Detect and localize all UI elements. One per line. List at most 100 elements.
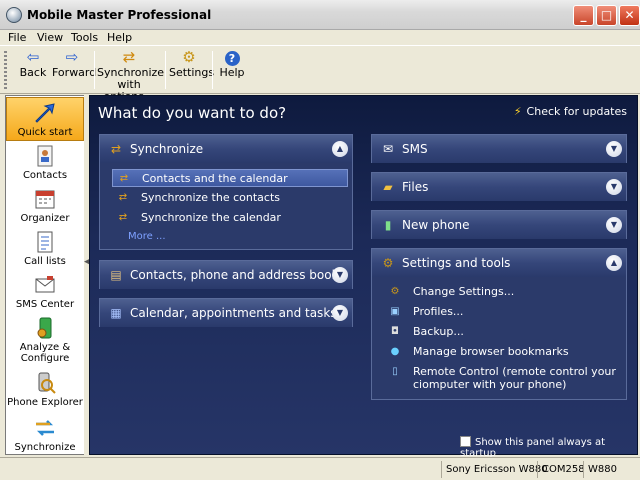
status-device: Sony Ericsson W880 [441,461,552,478]
group-title: SMS [402,142,428,156]
checkbox-box[interactable] [460,436,471,447]
item-label: Change Settings... [413,285,515,298]
sync-contacts-item[interactable]: ⇄ Synchronize the contacts [112,189,348,207]
change-settings-item[interactable]: ⚙ Change Settings... [384,283,622,301]
synchronize-options-button[interactable]: ⇄ Synchronize with options... [97,48,164,103]
manage-bookmarks-item[interactable]: ● Manage browser bookmarks [384,343,622,361]
sidebar-item-call-lists[interactable]: Call lists [6,230,84,270]
sidebar-item-label: SMS Center [15,299,75,310]
gear-icon: ⚙ [382,256,394,270]
sidebar-item-label: Call lists [24,256,66,267]
sync-contacts-calendar-item[interactable]: ⇄ Contacts and the calendar [112,169,348,187]
analyze-configure-icon [37,317,52,339]
remote-control-item[interactable]: ▯ Remote Control (remote control your ci… [384,363,622,393]
profiles-item[interactable]: ▣ Profiles... [384,303,622,321]
sidebar-item-label: Phone Explorer [7,397,83,408]
group-title: Calendar, appointments and tasks [130,306,337,320]
menu-view[interactable]: View [37,31,63,44]
synchronize-group-header[interactable]: ⇄ Synchronize ▲ [100,135,352,163]
sync-arrows-icon: ⇄ [110,142,122,156]
minimize-button[interactable]: _ [573,5,594,26]
sidebar-item-synchronize[interactable]: Synchronize [6,416,84,454]
app-logo-icon [6,7,22,23]
help-button[interactable]: ? Help [216,48,248,92]
collapse-icon[interactable]: ▲ [332,141,348,157]
calendar-group-header[interactable]: ▦ Calendar, appointments and tasks ▼ [100,299,352,327]
group-title: New phone [402,218,470,232]
menu-file[interactable]: File [8,31,26,44]
expand-icon[interactable]: ▼ [606,141,622,157]
sidebar-item-label-line2: Configure [20,353,70,364]
check-updates-link[interactable]: ⚡ Check for updates [514,105,627,118]
files-group: ▰ Files ▼ [371,172,627,201]
sidebar-item-organizer[interactable]: Organizer [6,187,84,227]
sidebar-item-label: Contacts [22,170,68,181]
status-port: COM258 [537,461,589,478]
toolbar-separator [212,51,213,89]
address-book-icon: ▤ [110,268,122,282]
sms-envelope-icon: ✉ [382,142,394,156]
sidebar-item-contacts[interactable]: Contacts [6,144,84,184]
sync-calendar-icon: ⇄ [118,212,128,223]
back-label: Back [19,66,47,79]
calendar-icon: ▦ [110,306,122,320]
menu-bar: File View Tools Help [0,30,640,45]
sidebar-item-sms-center[interactable]: SMS Center [6,273,84,313]
contacts-icon [37,145,53,167]
synchronize-group: ⇄ Synchronize ▲ ⇄ Contacts and the calen… [99,134,353,250]
synchronize-group-body: ⇄ Contacts and the calendar ⇄ Synchroniz… [100,163,352,249]
back-button[interactable]: ⇦ Back [14,48,52,92]
help-icon: ? [222,49,242,66]
item-label: Synchronize the contacts [141,191,281,204]
close-button[interactable]: ✕ [619,5,640,26]
sidebar-item-phone-explorer[interactable]: Phone Explorer [6,371,84,413]
group-title: Synchronize [130,142,204,156]
settings-tools-group-body: ⚙ Change Settings... ▣ Profiles... ◘ Bac… [372,277,626,399]
item-label: Manage browser bookmarks [413,345,569,358]
toolbar-grip[interactable] [4,51,7,89]
sidebar-item-label: Synchronize [14,442,76,453]
new-phone-group-header[interactable]: ▮ New phone ▼ [372,211,626,239]
item-label: Synchronize the calendar [141,211,281,224]
item-label-line1: Remote Control (remote control your [413,365,616,378]
gear-icon: ⚙ [182,48,196,66]
settings-label: Settings [169,66,215,79]
group-title: Files [402,180,429,194]
expand-icon[interactable]: ▼ [332,305,348,321]
sms-group-header[interactable]: ✉ SMS ▼ [372,135,626,163]
settings-tools-group-header[interactable]: ⚙ Settings and tools ▲ [372,249,626,277]
sidebar-item-label-line1: Analyze & [19,342,71,353]
sidebar: Quick start Contacts Organizer Call list… [5,95,85,455]
collapse-icon[interactable]: ▲ [606,255,622,271]
forward-arrow-icon: ⇨ [65,48,79,66]
expand-icon[interactable]: ▼ [332,267,348,283]
sync-calendar-item[interactable]: ⇄ Synchronize the calendar [112,209,348,227]
quick-start-panel: What do you want to do? ⚡ Check for updat… [89,95,638,459]
title-bar: Mobile Master Professional _ □ ✕ [0,0,640,30]
sidebar-item-quick-start[interactable]: Quick start [6,97,84,141]
status-model: W880 [583,461,621,478]
contacts-group-header[interactable]: ▤ Contacts, phone and address book ▼ [100,261,352,289]
menu-tools[interactable]: Tools [71,31,98,44]
menu-help[interactable]: Help [107,31,132,44]
settings-button[interactable]: ⚙ Settings [169,48,214,92]
sms-group: ✉ SMS ▼ [371,134,627,163]
backup-item[interactable]: ◘ Backup... [384,323,622,341]
contacts-group: ▤ Contacts, phone and address book ▼ [99,260,353,289]
new-phone-icon: ▮ [384,218,392,232]
files-group-header[interactable]: ▰ Files ▼ [372,173,626,201]
sync-arrows-icon: ⇄ [122,48,136,66]
forward-label: Forward [52,66,97,79]
remote-control-icon: ▯ [392,366,398,377]
expand-icon[interactable]: ▼ [606,179,622,195]
expand-icon[interactable]: ▼ [606,217,622,233]
sidebar-item-analyze-configure[interactable]: Analyze & Configure [6,316,84,368]
folder-icon: ▰ [383,180,393,194]
group-title: Settings and tools [402,256,511,270]
sidebar-item-label: Quick start [17,127,73,138]
calendar-group: ▦ Calendar, appointments and tasks ▼ [99,298,353,327]
forward-button[interactable]: ⇨ Forward [52,48,96,92]
maximize-button[interactable]: □ [596,5,617,26]
more-link[interactable]: More ... [128,231,166,242]
show-panel-startup-checkbox[interactable]: Show this panel always at startup [460,436,637,459]
